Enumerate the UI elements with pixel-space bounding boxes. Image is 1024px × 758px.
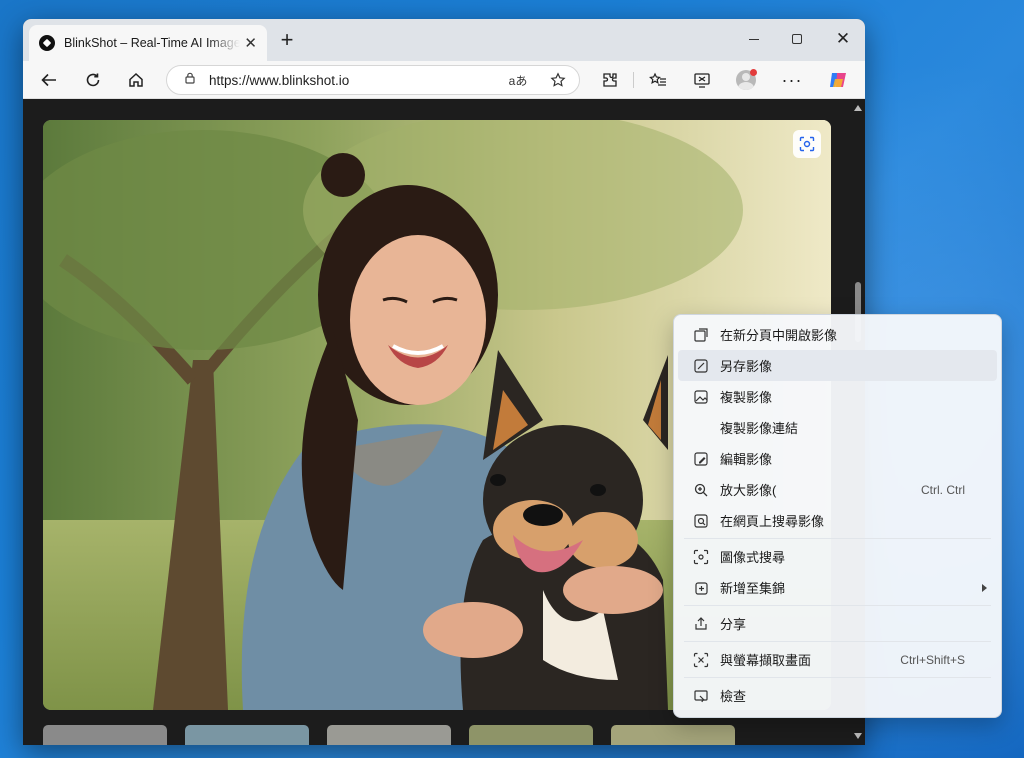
site-info-icon[interactable]	[183, 71, 197, 90]
notification-dot	[750, 69, 757, 76]
scroll-down-icon[interactable]	[854, 733, 862, 739]
menu-visual-search[interactable]: 圖像式搜尋	[678, 541, 997, 572]
menu-copy-image-link[interactable]: 複製影像連結	[678, 412, 997, 443]
url-text: https://www.blinkshot.io	[209, 72, 350, 88]
menu-label: 放大影像(	[720, 483, 777, 498]
menu-shortcut: Ctrl+Shift+S	[900, 652, 965, 667]
menu-label: 複製影像連結	[720, 421, 799, 436]
menu-separator	[684, 538, 991, 539]
more-icon[interactable]: ···	[780, 68, 804, 92]
menu-save-image[interactable]: 另存影像	[678, 350, 997, 381]
share-icon	[692, 615, 710, 633]
menu-label: 與螢幕擷取畫面	[720, 653, 812, 668]
favorite-star-icon[interactable]	[547, 69, 569, 91]
menu-inspect[interactable]: 檢查	[678, 680, 997, 711]
menu-search-web-image[interactable]: 在網頁上搜尋影像	[678, 505, 997, 536]
menu-open-image-new-tab[interactable]: 在新分頁中開啟影像	[678, 319, 997, 350]
add-collection-icon	[692, 579, 710, 597]
zoom-icon	[692, 481, 710, 499]
thumbnail[interactable]	[43, 725, 167, 745]
thumbnail[interactable]	[185, 725, 309, 745]
menu-shortcut: Ctrl. Ctrl	[921, 482, 965, 497]
menu-separator	[684, 641, 991, 642]
screenshot-icon[interactable]	[690, 68, 714, 92]
menu-share[interactable]: 分享	[678, 608, 997, 639]
tab-close-icon[interactable]: ✕	[244, 36, 257, 51]
blinkshot-favicon-icon	[39, 35, 55, 51]
thumbnail[interactable]	[469, 725, 593, 745]
menu-screen-capture[interactable]: 與螢幕擷取畫面 Ctrl+Shift+S	[678, 644, 997, 675]
menu-zoom-image[interactable]: 放大影像( Ctrl. Ctrl	[678, 474, 997, 505]
close-window-button[interactable]: ✕	[829, 27, 857, 51]
menu-label: 圖像式搜尋	[720, 550, 786, 565]
scroll-up-icon[interactable]	[854, 105, 862, 111]
menu-label: 另存影像	[720, 359, 773, 374]
menu-label: 編輯影像	[720, 452, 773, 467]
read-aloud-icon[interactable]: aあ	[507, 69, 529, 91]
browser-toolbar: https://www.blinkshot.io aあ ···	[23, 61, 865, 99]
copy-image-icon	[692, 388, 710, 406]
menu-copy-image[interactable]: 複製影像	[678, 381, 997, 412]
browser-tab[interactable]: BlinkShot – Real-Time AI Image Generator…	[29, 25, 267, 61]
menu-label: 在新分頁中開啟影像	[720, 328, 838, 343]
submenu-chevron-icon	[982, 583, 987, 592]
menu-label: 複製影像	[720, 390, 773, 405]
menu-separator	[684, 605, 991, 606]
tab-title: BlinkShot – Real-Time AI Image Generator	[64, 36, 240, 50]
profile-avatar[interactable]	[734, 68, 758, 92]
maximize-button[interactable]	[783, 27, 811, 51]
menu-label: 分享	[720, 617, 747, 632]
thumbnail[interactable]	[611, 725, 735, 745]
search-image-icon	[692, 512, 710, 530]
minimize-button[interactable]	[740, 27, 768, 51]
open-new-tab-icon	[692, 326, 710, 344]
menu-add-to-collection[interactable]: 新增至集錦	[678, 572, 997, 603]
back-arrow-icon[interactable]	[37, 68, 61, 92]
screen-capture-icon	[692, 651, 710, 669]
home-icon[interactable]	[124, 68, 148, 92]
save-image-icon	[692, 357, 710, 375]
visual-search-button[interactable]	[793, 130, 821, 158]
copilot-icon[interactable]	[826, 68, 850, 92]
refresh-icon[interactable]	[81, 68, 105, 92]
thumbnail[interactable]	[327, 725, 451, 745]
extensions-icon[interactable]	[598, 68, 622, 92]
context-menu: 在新分頁中開啟影像 另存影像 複製影像 複製影像連結 編輯影像 放大影像( Ct…	[673, 314, 1002, 718]
menu-separator	[684, 677, 991, 678]
menu-label: 在網頁上搜尋影像	[720, 514, 825, 529]
toolbar-divider	[633, 72, 634, 88]
favorites-icon[interactable]	[646, 68, 670, 92]
menu-label: 新增至集錦	[720, 581, 786, 596]
visual-search-icon	[692, 548, 710, 566]
new-tab-button[interactable]: +	[275, 29, 299, 53]
edit-image-icon	[692, 450, 710, 468]
menu-edit-image[interactable]: 編輯影像	[678, 443, 997, 474]
menu-label: 檢查	[720, 689, 747, 704]
address-bar[interactable]: https://www.blinkshot.io aあ	[166, 65, 580, 95]
inspect-icon	[692, 687, 710, 705]
title-bar: BlinkShot – Real-Time AI Image Generator…	[23, 19, 865, 61]
